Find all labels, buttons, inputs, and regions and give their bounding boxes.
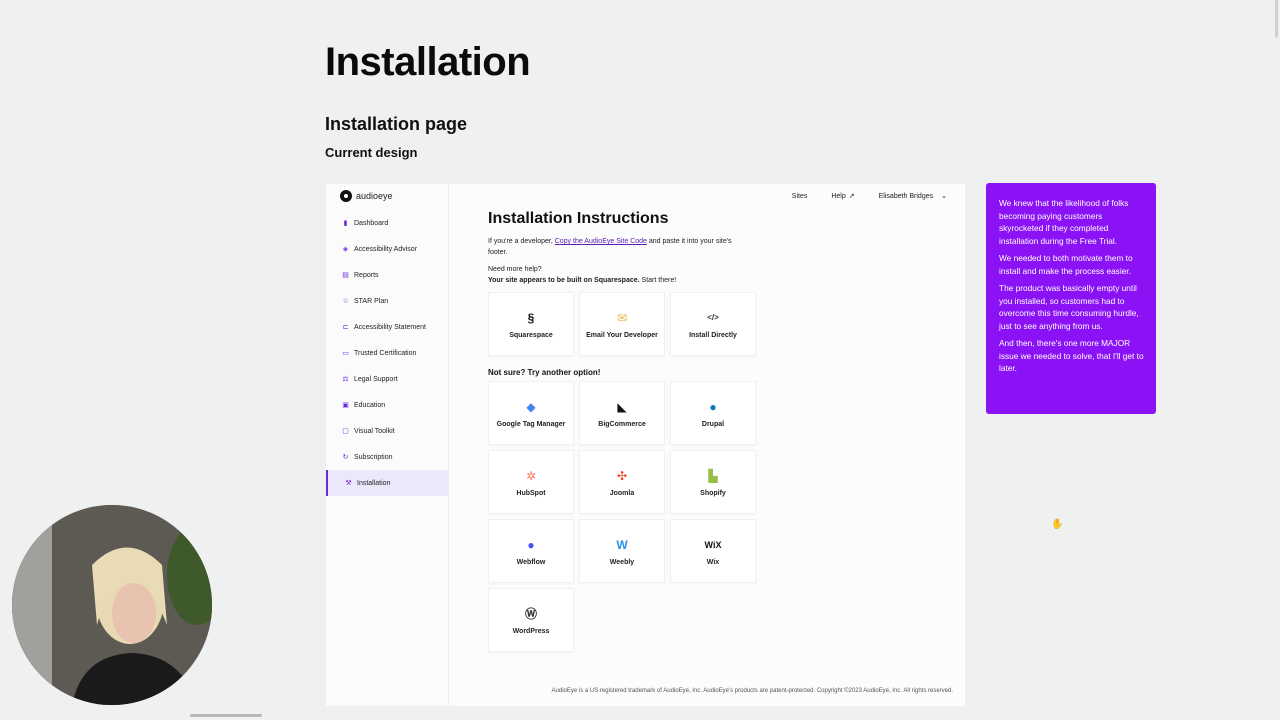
topbar-help-link[interactable]: Help ↗ [831,192,855,201]
refresh-icon: ↻ [342,454,349,461]
main-content: Installation Instructions If you're a de… [488,210,908,652]
weebly-icon: W [616,537,628,552]
bigcommerce-icon: ◣ [617,399,627,414]
shopify-icon: ▙ [708,468,718,483]
alt-options: ◆ Google Tag Manager ◣ BigCommerce ● Drupal… [488,381,908,652]
statement-icon: ⊏ [342,324,349,331]
alt-options-title: Not sure? Try another option! [488,368,601,377]
webflow-icon: ● [527,537,535,552]
sidebar-item-dashboard[interactable]: ▮ Dashboard [326,210,449,236]
google-tag-manager-icon: ◆ [526,399,536,414]
topbar: Sites Help ↗ Elisabeth Bridges ⌄ [792,192,947,201]
option-weebly[interactable]: W Weebly [579,519,665,583]
book-icon: ▣ [342,402,349,409]
user-menu[interactable]: Elisabeth Bridges ⌄ [879,192,947,201]
annotation-note: We knew that the likelihood of folks bec… [986,183,1156,414]
option-squarespace[interactable]: § Squarespace [488,292,574,356]
squarespace-icon: § [527,310,535,325]
sidebar-nav: ▮ Dashboard ◈ Accessibility Advisor ▤ Repor… [326,210,449,496]
copy-site-code-link[interactable]: Copy the AudioEye Site Code [555,238,647,245]
page-scrollbar[interactable] [1275,0,1278,38]
wrench-icon: ⚒ [345,480,352,487]
sidebar: audioeye ▮ Dashboard ◈ Accessibility Advis… [326,184,449,706]
presenter-video [12,505,212,705]
wordpress-icon: Ⓦ [524,607,537,621]
scales-icon: ⚖ [342,376,349,383]
note-paragraph: The product was basically empty until yo… [999,283,1139,331]
option-joomla[interactable]: ✣ Joomla [579,450,665,514]
sidebar-item-accessibility-advisor[interactable]: ◈ Accessibility Advisor [326,236,449,262]
sidebar-item-trusted-certification[interactable]: ▭ Trusted Certification [326,340,449,366]
bar-chart-icon: ▮ [343,220,348,227]
option-email-developer[interactable]: ✉ Email Your Developer [579,292,665,356]
certificate-icon: ▭ [342,350,349,357]
sidebar-item-education[interactable]: ▣ Education [326,392,449,418]
option-google-tag-manager[interactable]: ◆ Google Tag Manager [488,381,574,445]
star-icon: ☆ [342,298,349,305]
option-wordpress[interactable]: Ⓦ WordPress [488,588,574,652]
logo-text: audioeye [356,191,393,201]
audioeye-logo-icon [340,190,352,202]
progress-bar [190,714,262,717]
note-paragraph: And then, there's one more MAJOR issue w… [999,338,1144,373]
shield-icon: ◈ [342,246,349,253]
joomla-icon: ✣ [616,468,628,483]
sidebar-item-accessibility-statement[interactable]: ⊏ Accessibility Statement [326,314,449,340]
hubspot-icon: ✲ [525,468,537,483]
option-drupal[interactable]: ● Drupal [670,381,756,445]
webcam-overlay [12,505,212,705]
drupal-icon: ● [709,399,717,414]
app-footer: AudioEye is a US registered trademark of… [551,688,953,694]
envelope-icon: ✉ [616,310,628,325]
toolkit-icon: ▢ [342,428,349,435]
option-install-directly[interactable]: </> Install Directly [670,292,756,356]
app-screenshot: audioeye ▮ Dashboard ◈ Accessibility Advis… [326,184,965,706]
note-paragraph: We needed to both motivate them to insta… [999,253,1133,276]
topbar-sites-link[interactable]: Sites [792,192,808,200]
sidebar-item-legal-support[interactable]: ⚖ Legal Support [326,366,449,392]
page-title: Installation [325,40,531,84]
sidebar-item-star-plan[interactable]: ☆ STAR Plan [326,288,449,314]
logo[interactable]: audioeye [340,190,393,202]
installation-heading: Installation Instructions [488,210,669,227]
section-title: Installation page [325,114,468,134]
sidebar-item-reports[interactable]: ▤ Reports [326,262,449,288]
help-text: Need more help? Your site appears to be b… [488,266,677,284]
primary-options: § Squarespace ✉ Email Your Developer </> In… [488,292,908,356]
code-icon: </> [707,313,719,322]
option-shopify[interactable]: ▙ Shopify [670,450,756,514]
wix-icon: WiX [704,539,722,550]
option-webflow[interactable]: ● Webflow [488,519,574,583]
sidebar-item-visual-toolkit[interactable]: ▢ Visual Toolkit [326,418,449,444]
option-hubspot[interactable]: ✲ HubSpot [488,450,574,514]
external-link-icon: ↗ [848,193,855,200]
subsection-title: Current design [325,145,418,160]
option-bigcommerce[interactable]: ◣ BigCommerce [579,381,665,445]
document-icon: ▤ [342,272,349,279]
option-wix[interactable]: WiX Wix [670,519,756,583]
note-paragraph: We knew that the likelihood of folks bec… [999,198,1129,246]
chevron-down-icon: ⌄ [941,193,947,200]
intro-text: If you're a developer, Copy the AudioEye… [488,238,732,256]
hand-cursor-icon: ✋ [1051,519,1064,530]
sidebar-item-subscription[interactable]: ↻ Subscription [326,444,449,470]
sidebar-item-installation[interactable]: ⚒ Installation [326,470,449,496]
